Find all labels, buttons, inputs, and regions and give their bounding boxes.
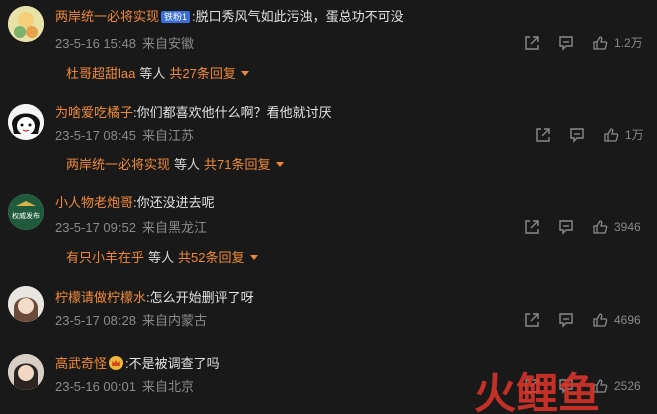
- comment-body: 柠檬请做柠檬水:怎么开始删评了呀: [55, 289, 254, 307]
- reply-count[interactable]: 共52条回复: [178, 250, 244, 265]
- comment-icon[interactable]: [558, 219, 574, 235]
- share-icon[interactable]: [524, 219, 540, 235]
- like-icon[interactable]: [603, 127, 619, 143]
- comment-text: :你还没进去呢: [133, 195, 215, 210]
- like-count: 3946: [614, 220, 641, 234]
- reply-summary[interactable]: 有只小羊在乎 等人 共52条回复: [66, 249, 258, 267]
- watermark-logo: 火鲤鱼: [474, 369, 600, 414]
- comment-actions: 1.2万: [0, 35, 657, 55]
- reply-summary[interactable]: 两岸统一必将实现 等人 共71条回复: [66, 156, 284, 174]
- comment-username[interactable]: 高武奇怪: [55, 356, 107, 371]
- comment-body: 小人物老炮哥:你还没进去呢: [55, 194, 215, 212]
- reply-username[interactable]: 有只小羊在乎: [66, 250, 144, 265]
- fan-badge: 铁粉1: [161, 11, 191, 23]
- reply-username[interactable]: 两岸统一必将实现: [66, 157, 170, 172]
- share-icon[interactable]: [535, 127, 551, 143]
- reply-expand-arrow[interactable]: [275, 162, 284, 167]
- crown-icon: [109, 356, 124, 370]
- reply-expand-arrow[interactable]: [240, 71, 249, 76]
- watermark-text: 火鲤鱼: [474, 369, 600, 414]
- share-icon[interactable]: [524, 35, 540, 51]
- comment-text: :你们都喜欢他什么啊？看他就讨厌: [133, 105, 332, 120]
- like-icon[interactable]: [592, 312, 608, 328]
- reply-and-others: 等人: [139, 66, 166, 81]
- share-icon[interactable]: [524, 312, 540, 328]
- comment-body: 高武奇怪 :不是被调查了吗: [55, 355, 220, 373]
- comment-text: :脱口秀风气如此污浊，蛋总功不可没: [192, 9, 404, 24]
- comment-text: :不是被调查了吗: [125, 356, 220, 371]
- comment-icon[interactable]: [569, 127, 585, 143]
- reply-count[interactable]: 共71条回复: [204, 157, 270, 172]
- like-count: 1.2万: [614, 36, 643, 50]
- reply-and-others: 等人: [148, 250, 175, 265]
- like-count: 1万: [625, 128, 644, 142]
- reply-summary[interactable]: 杜哥超甜laa 等人 共27条回复: [66, 65, 249, 83]
- reply-and-others: 等人: [174, 157, 201, 172]
- comment-actions: 1万: [0, 127, 657, 147]
- comment-actions: 4696: [0, 312, 657, 332]
- comment-text: :怎么开始删评了呀: [146, 290, 254, 305]
- reply-count[interactable]: 共27条回复: [169, 66, 235, 81]
- comment-username[interactable]: 为啥爱吃橘子: [55, 105, 133, 120]
- comment-username[interactable]: 柠檬请做柠檬水: [55, 290, 146, 305]
- comment-icon[interactable]: [558, 35, 574, 51]
- comment-icon[interactable]: [558, 312, 574, 328]
- like-icon[interactable]: [592, 35, 608, 51]
- comment-username[interactable]: 小人物老炮哥: [55, 195, 133, 210]
- reply-username[interactable]: 杜哥超甜laa: [66, 66, 135, 81]
- like-icon[interactable]: [592, 219, 608, 235]
- comment-body: 为啥爱吃橘子:你们都喜欢他什么啊？看他就讨厌: [55, 104, 332, 122]
- reply-expand-arrow[interactable]: [249, 255, 258, 260]
- like-count: 4696: [614, 313, 641, 327]
- comment-username[interactable]: 两岸统一必将实现: [55, 9, 159, 24]
- comment-actions: 3946: [0, 219, 657, 239]
- comment-body: 两岸统一必将实现 铁粉1:脱口秀风气如此污浊，蛋总功不可没: [55, 8, 404, 26]
